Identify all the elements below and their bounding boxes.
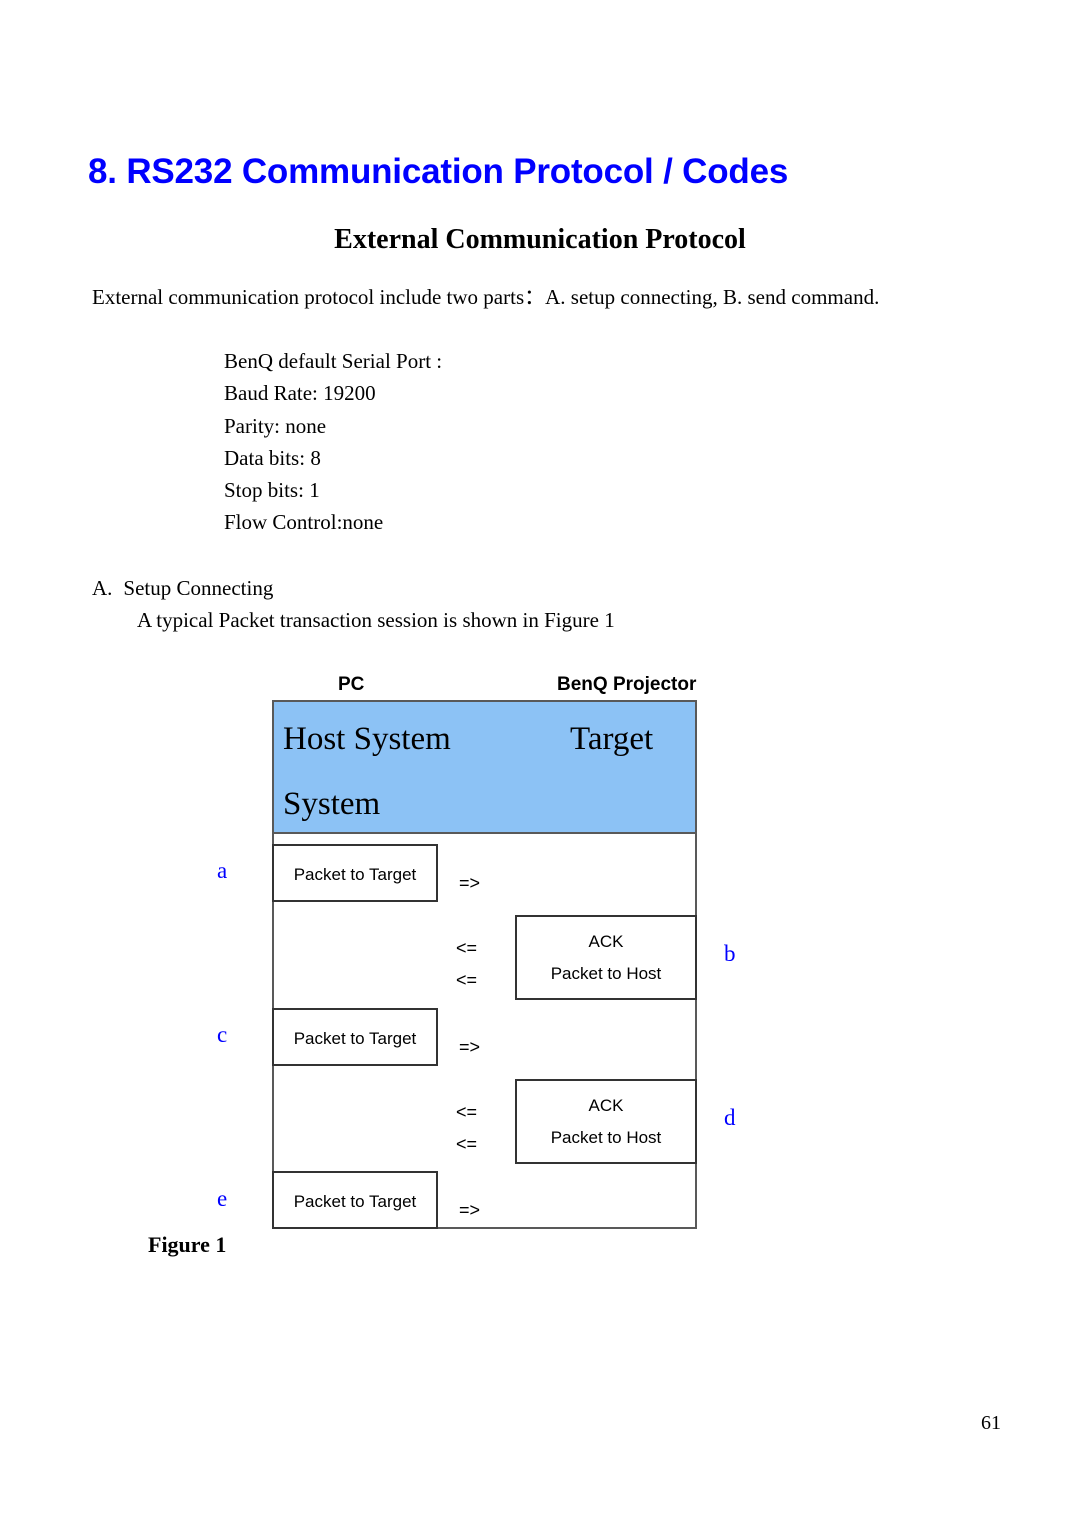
- arrow-to-host-b-2: <=: [456, 970, 478, 990]
- banner-host-label: Host System: [283, 721, 451, 757]
- message-box-text-line2: Packet to Host: [550, 1128, 662, 1147]
- step-letter-b: b: [724, 941, 736, 966]
- message-box-text-line2: Packet to Host: [550, 964, 662, 983]
- message-box-ack-d: ACK Packet to Host: [515, 1079, 697, 1164]
- step-letter-e: e: [217, 1186, 228, 1211]
- message-box-packet-to-target-e: Packet to Target: [272, 1171, 438, 1229]
- step-letter-c: c: [217, 1022, 228, 1047]
- figure-column-header-pc: PC: [338, 674, 365, 695]
- arrow-to-target-e: =>: [459, 1200, 481, 1220]
- figure-caption: Figure 1: [148, 1232, 227, 1257]
- step-letter-a: a: [217, 858, 228, 883]
- figure-1: PC BenQ Projector Host System Target Sys…: [0, 0, 1080, 1528]
- figure-column-header-projector: BenQ Projector: [557, 674, 697, 695]
- message-box-ack-b: ACK Packet to Host: [515, 915, 697, 1000]
- arrow-to-target-a: =>: [459, 873, 481, 893]
- arrow-to-host-d-1: <=: [456, 1102, 478, 1122]
- arrow-to-target-c: =>: [459, 1037, 481, 1057]
- arrow-to-host-d-2: <=: [456, 1134, 478, 1154]
- message-box-text: Packet to Target: [293, 1029, 417, 1048]
- message-box-text-line1: ACK: [588, 1096, 624, 1115]
- message-box-text: Packet to Target: [293, 1192, 417, 1211]
- message-box-packet-to-target-a: Packet to Target: [272, 844, 438, 902]
- step-letter-d: d: [724, 1105, 736, 1130]
- arrow-to-host-b-1: <=: [456, 938, 478, 958]
- message-box-text: Packet to Target: [293, 865, 417, 884]
- banner-system-label: System: [283, 786, 381, 822]
- page-number: 61: [981, 1412, 1001, 1434]
- diagram-banner: Host System Target System: [274, 702, 695, 834]
- document-page: 8. RS232 Communication Protocol / Codes …: [0, 0, 1080, 1528]
- message-box-text-line1: ACK: [588, 932, 624, 951]
- banner-target-label: Target: [570, 721, 654, 757]
- message-box-packet-to-target-c: Packet to Target: [272, 1008, 438, 1066]
